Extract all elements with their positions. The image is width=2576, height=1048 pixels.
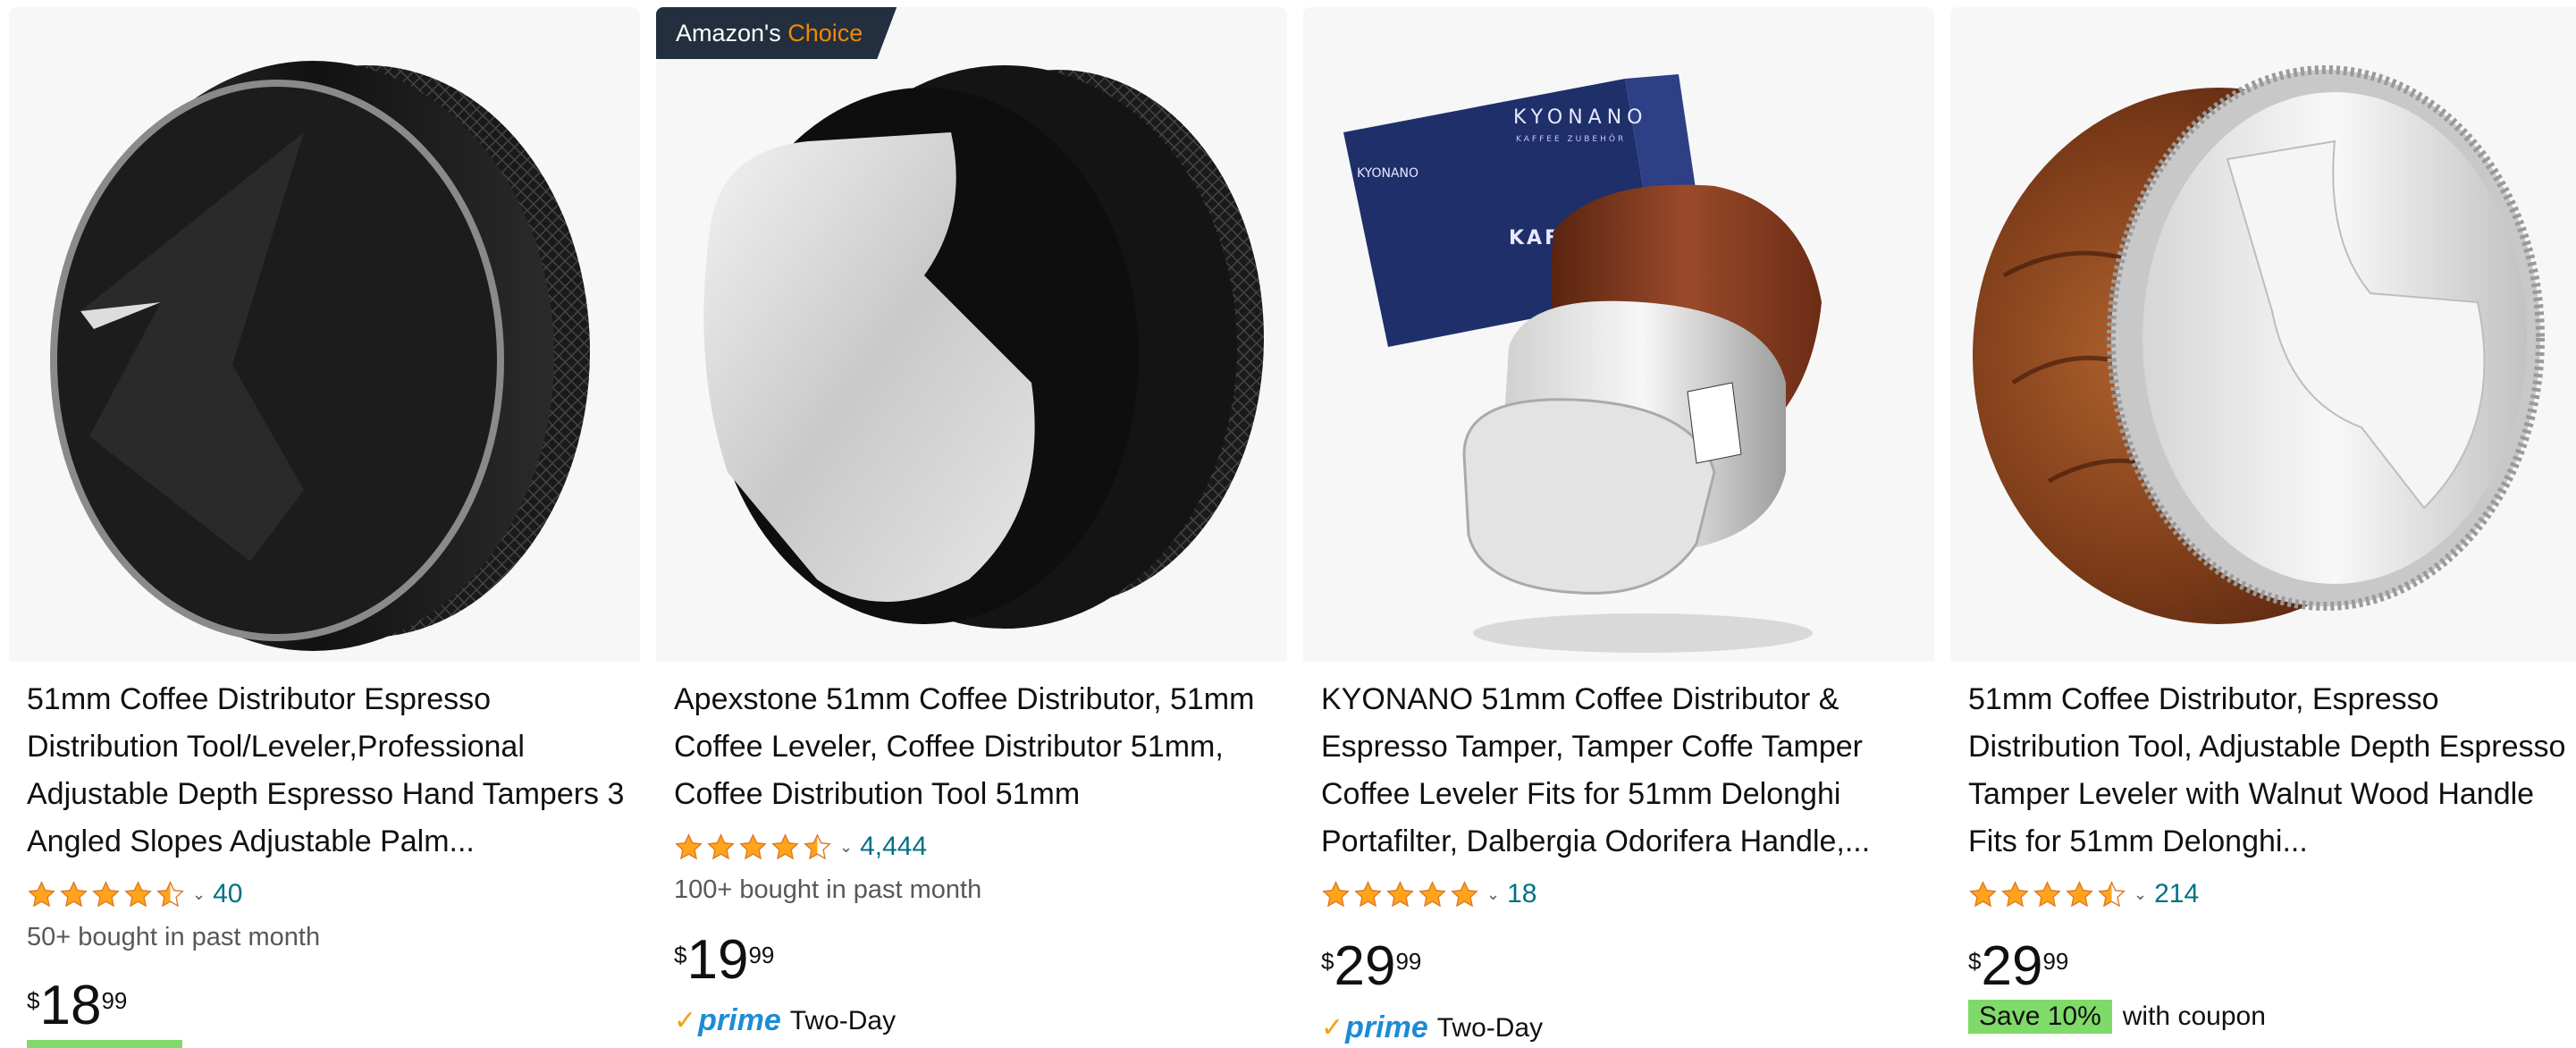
- product-card[interactable]: 51mm Coffee Distributor, Espresso Distri…: [1950, 7, 2576, 1041]
- chevron-down-icon[interactable]: ⌄: [1486, 885, 1500, 904]
- coupon-badge[interactable]: Save 10%: [1968, 1000, 2112, 1034]
- review-count-link[interactable]: 40: [213, 879, 242, 909]
- prime-logo-icon: ✓ prime: [1321, 1010, 1428, 1044]
- rating-row[interactable]: ⌄ 18: [1321, 875, 1536, 914]
- prime-delivery: ✓ prime Two-Day: [674, 1003, 897, 1037]
- bought-text: 50+ bought in past month: [27, 923, 321, 951]
- price[interactable]: $ 19 99: [674, 933, 774, 988]
- box-sub-text: KAFFEE ZUBEHÖR: [1516, 134, 1626, 144]
- product-grid: 51mm Coffee Distributor Espresso Distrib…: [0, 0, 2576, 1048]
- bought-text: 100+ bought in past month: [674, 875, 982, 904]
- product-image[interactable]: [9, 7, 640, 662]
- rating-row[interactable]: ⌄ 4,444: [674, 827, 927, 866]
- product-image[interactable]: Amazon's Choice: [656, 7, 1287, 662]
- distributor-black-image: [50, 61, 590, 651]
- product-card[interactable]: KYONANO KAFFEE ZUBEHÖR KYONANO KAFFE KYO…: [1303, 7, 1934, 1044]
- product-title[interactable]: Apexstone 51mm Coffee Distributor, 51mm …: [674, 676, 1275, 818]
- distributor-walnut-image: [1973, 65, 2545, 624]
- distributor-tamper-box-image: KYONANO KAFFEE ZUBEHÖR KYONANO KAFFE: [1343, 74, 1822, 653]
- distributor-silver-black-image: [703, 65, 1264, 629]
- amazons-choice-badge: Amazon's Choice: [656, 7, 897, 59]
- star-rating-icon: [1968, 880, 2126, 909]
- price[interactable]: $ 29 99: [1321, 939, 1421, 994]
- deal-badge: [27, 1040, 182, 1048]
- product-title[interactable]: KYONANO 51mm Coffee Distributor & Espres…: [1321, 676, 1922, 866]
- review-count-link[interactable]: 4,444: [860, 832, 927, 862]
- review-count-link[interactable]: 18: [1507, 879, 1536, 909]
- box-side-text: KYONANO: [1357, 166, 1418, 181]
- product-title[interactable]: 51mm Coffee Distributor Espresso Distrib…: [27, 676, 627, 866]
- prime-delivery: ✓ prime Two-Day: [1321, 1010, 1544, 1044]
- box-brand-text: KYONANO: [1513, 106, 1647, 129]
- chevron-down-icon[interactable]: ⌄: [839, 838, 853, 857]
- product-image[interactable]: [1950, 7, 2576, 662]
- review-count-link[interactable]: 214: [2154, 879, 2199, 909]
- product-card[interactable]: Amazon's Choice Apexstone 51mm Coffee Di…: [656, 7, 1287, 1041]
- star-rating-icon: [27, 880, 185, 909]
- chevron-down-icon[interactable]: ⌄: [192, 885, 206, 904]
- rating-row[interactable]: ⌄ 40: [27, 875, 242, 914]
- prime-logo-icon: ✓ prime: [674, 1003, 781, 1037]
- star-rating-icon: [674, 832, 832, 862]
- coupon-text: with coupon: [2122, 1002, 2266, 1031]
- rating-row[interactable]: ⌄ 214: [1968, 875, 2199, 914]
- price[interactable]: $ 29 99: [1968, 939, 2068, 994]
- star-rating-icon: [1321, 880, 1479, 909]
- chevron-down-icon[interactable]: ⌄: [2134, 885, 2147, 904]
- coupon-row[interactable]: Save 10% with coupon: [1968, 1000, 2266, 1034]
- product-title[interactable]: 51mm Coffee Distributor, Espresso Distri…: [1968, 676, 2569, 866]
- product-card[interactable]: 51mm Coffee Distributor Espresso Distrib…: [9, 7, 640, 1048]
- product-image[interactable]: KYONANO KAFFEE ZUBEHÖR KYONANO KAFFE: [1303, 7, 1934, 662]
- price[interactable]: $ 18 99: [27, 978, 127, 1034]
